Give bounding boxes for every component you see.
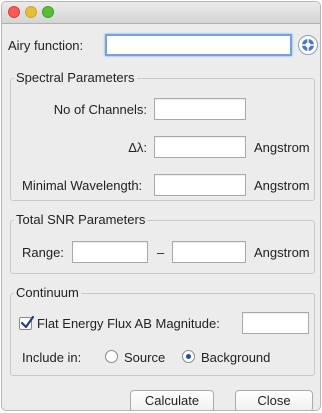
help-lifebuoy-icon — [302, 39, 314, 51]
calculate-button[interactable]: Calculate — [130, 390, 214, 410]
source-radio[interactable] — [105, 350, 118, 363]
spectral-parameters-title: Spectral Parameters — [14, 70, 137, 85]
range-unit: Angstrom — [254, 245, 310, 260]
channels-input[interactable] — [154, 98, 246, 120]
delta-lambda-unit: Angstrom — [254, 140, 310, 155]
background-radio-label: Background — [201, 350, 271, 365]
checkmark-icon — [20, 315, 35, 329]
snr-parameters-title: Total SNR Parameters — [14, 212, 148, 227]
radio-selected-dot — [186, 354, 191, 359]
delta-lambda-input[interactable] — [154, 136, 246, 158]
source-radio-label: Source — [124, 350, 166, 365]
continuum-title: Continuum — [14, 285, 81, 300]
help-button[interactable] — [298, 35, 318, 55]
airy-function-label: Airy function: — [8, 38, 84, 53]
range-separator: – — [157, 245, 165, 260]
airy-function-input[interactable] — [105, 34, 292, 56]
minimal-wavelength-input[interactable] — [154, 174, 246, 196]
range-label: Range: — [22, 245, 64, 260]
channels-label: No of Channels: — [53, 102, 147, 117]
close-button[interactable]: Close — [235, 390, 313, 410]
flat-flux-label: Flat Energy Flux AB Magnitude: — [37, 316, 220, 331]
include-in-label: Include in: — [22, 350, 82, 365]
range-from-input[interactable] — [72, 241, 148, 263]
range-to-input[interactable] — [172, 241, 246, 263]
delta-lambda-label: Δλ: — [128, 140, 147, 155]
minimal-wavelength-unit: Angstrom — [254, 178, 310, 193]
window-maximize-button[interactable] — [42, 6, 54, 18]
minimal-wavelength-label: Minimal Wavelength: — [22, 178, 143, 193]
window-minimize-button[interactable] — [25, 6, 37, 18]
window-close-button[interactable] — [8, 6, 20, 18]
title-bar — [2, 2, 320, 24]
flat-flux-input[interactable] — [242, 312, 309, 334]
background-radio[interactable] — [182, 350, 195, 363]
dialog-window: Airy function: Spectral Parameters No of… — [1, 1, 321, 411]
flat-flux-checkbox[interactable] — [19, 315, 35, 330]
